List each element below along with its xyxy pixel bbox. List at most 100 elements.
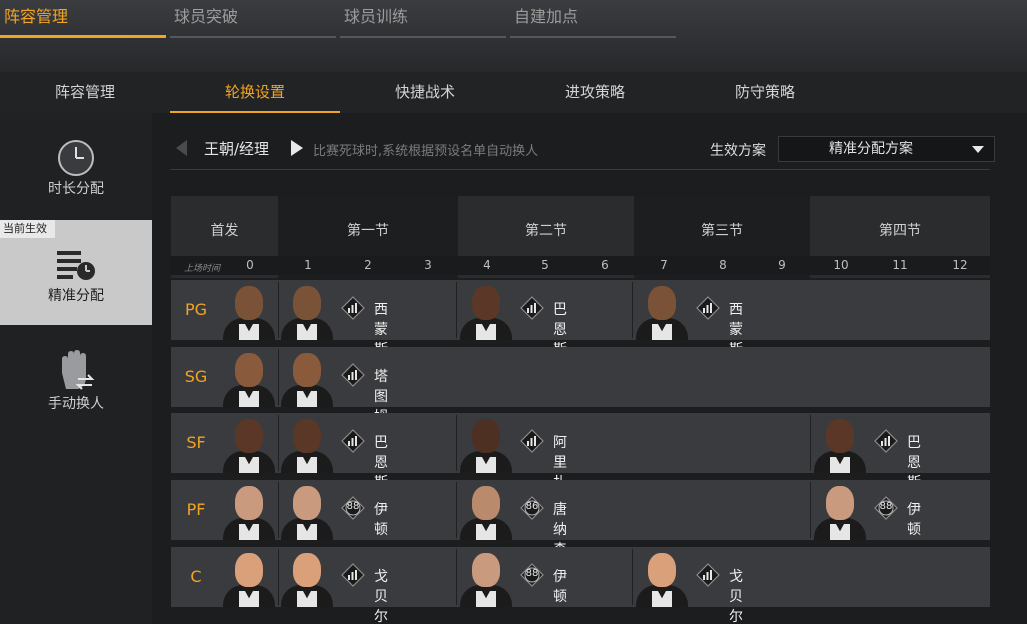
- sidebar-item-label: 手动换人: [48, 396, 104, 412]
- player-name: 戈贝尔: [374, 569, 388, 624]
- chevron-down-icon: [972, 146, 984, 153]
- sidebar-item-precise[interactable]: 当前生效 精准分配: [0, 220, 152, 325]
- sub-tab-bar: 阵容管理 轮换设置 快捷战术 进攻策略 防守策略: [0, 72, 1027, 113]
- top-tab-lineup[interactable]: 阵容管理: [0, 0, 166, 38]
- rotation-row-pf: PF88伊顿86唐纳森88伊顿: [171, 480, 990, 558]
- signal-bars-icon: [696, 563, 720, 587]
- rating-badge-icon: 88: [341, 496, 365, 520]
- hand-swap-icon: [56, 349, 96, 397]
- rotation-grid-header: 首发 第一节 第二节 第三节 第四节 上场时间 0 1 2 3 4 5 6 7 8 9 10 11 12: [171, 196, 990, 278]
- signal-bars-icon: [341, 429, 365, 453]
- rotation-row-sg: SG塔图姆: [171, 347, 990, 425]
- minute-tick: 0: [246, 258, 254, 272]
- minute-tick: 2: [364, 258, 372, 272]
- clock-icon: [56, 138, 96, 182]
- player-portrait: [221, 282, 277, 340]
- signal-bars-icon: [341, 363, 365, 387]
- position-label: C: [190, 567, 202, 586]
- sub-tab-defense[interactable]: 防守策略: [680, 72, 850, 113]
- rating-badge-icon: 88: [874, 496, 898, 520]
- top-tab-training[interactable]: 球员训练: [340, 0, 506, 38]
- player-portrait: [812, 482, 868, 540]
- minute-strip-label: 上场时间: [184, 264, 221, 274]
- signal-bars-icon: [341, 563, 365, 587]
- position-label: SF: [186, 433, 206, 452]
- previous-arrow-icon[interactable]: [176, 140, 187, 156]
- quarter-label: 第四节: [879, 223, 921, 239]
- player-portrait: [221, 415, 277, 473]
- player-portrait: [221, 549, 277, 607]
- minute-strip: [171, 256, 990, 275]
- sidebar-item-manual[interactable]: 手动换人: [0, 327, 152, 432]
- minute-tick: 8: [719, 258, 727, 272]
- sidebar-item-duration[interactable]: 时长分配: [0, 113, 152, 218]
- signal-bars-icon: [696, 296, 720, 320]
- signal-bars-icon: [520, 296, 544, 320]
- cell-divider: [456, 549, 457, 605]
- sub-tab-lineup[interactable]: 阵容管理: [0, 72, 170, 113]
- player-portrait: [221, 349, 277, 407]
- rotation-row-sf: SF巴恩斯阿里扎巴恩斯: [171, 413, 990, 491]
- top-tab-bar: 阵容管理 球员突破 球员训练 自建加点: [0, 0, 1027, 72]
- player-name: 戈贝尔: [729, 569, 743, 624]
- signal-bars-icon: [520, 429, 544, 453]
- rotation-header: 王朝/经理 比赛死球时,系统根据预设名单自动换人 生效方案 精准分配方案: [170, 128, 995, 170]
- mode-title: 王朝/经理: [204, 140, 270, 158]
- rotation-row-c: C 戈贝尔 88 伊顿 戈贝尔: [171, 547, 990, 624]
- cell-divider: [632, 282, 633, 338]
- sub-tab-rotation[interactable]: 轮换设置: [170, 72, 340, 113]
- cell-divider: [810, 482, 811, 538]
- player-portrait: [458, 549, 514, 607]
- player-name: 伊顿: [553, 569, 567, 605]
- position-label: SG: [184, 367, 208, 386]
- player-portrait: [279, 349, 335, 407]
- plan-dropdown[interactable]: 精准分配方案: [778, 136, 995, 162]
- sub-tab-quick-tactics[interactable]: 快捷战术: [340, 72, 510, 113]
- rating-badge-icon: 88: [520, 563, 544, 587]
- cell-divider: [456, 482, 457, 538]
- top-tab-breakthrough[interactable]: 球员突破: [170, 0, 336, 38]
- player-portrait: [812, 415, 868, 473]
- sub-tab-offense[interactable]: 进攻策略: [510, 72, 680, 113]
- quarter-label: 第二节: [525, 223, 567, 239]
- rating-badge-icon: 86: [520, 496, 544, 520]
- player-portrait: [279, 415, 335, 473]
- cell-divider: [456, 282, 457, 338]
- plan-label: 生效方案: [710, 143, 766, 159]
- list-clock-icon: [55, 248, 97, 286]
- cell-divider: [810, 415, 811, 471]
- minute-tick: 7: [660, 258, 668, 272]
- auto-sub-hint: 比赛死球时,系统根据预设名单自动换人: [313, 144, 539, 159]
- player-portrait: [279, 549, 335, 607]
- player-name: 伊顿: [907, 502, 921, 538]
- cell-divider: [456, 415, 457, 471]
- minute-tick: 9: [778, 258, 786, 272]
- player-name: 伊顿: [374, 502, 388, 538]
- minute-tick: 4: [483, 258, 491, 272]
- player-portrait: [634, 549, 690, 607]
- cell-divider: [632, 549, 633, 605]
- position-label: PG: [184, 300, 208, 319]
- minute-tick: 12: [952, 258, 968, 272]
- minute-tick: 3: [424, 258, 432, 272]
- quarter-label: 第三节: [701, 223, 743, 239]
- minute-tick: 6: [601, 258, 609, 272]
- top-tab-custom-points[interactable]: 自建加点: [510, 0, 676, 38]
- player-portrait: [458, 482, 514, 540]
- sidebar-item-label: 时长分配: [48, 181, 104, 197]
- player-portrait: [634, 282, 690, 340]
- position-label: PF: [186, 500, 206, 519]
- player-portrait: [458, 415, 514, 473]
- player-portrait: [279, 282, 335, 340]
- current-active-badge: 当前生效: [0, 220, 55, 238]
- rotation-mode-sidebar: 时长分配 当前生效 精准分配 手动换人: [0, 113, 152, 624]
- minute-tick: 10: [833, 258, 849, 272]
- rotation-row-pg: PG西蒙斯巴恩斯西蒙斯: [171, 280, 990, 358]
- signal-bars-icon: [874, 429, 898, 453]
- player-portrait: [279, 482, 335, 540]
- plan-selected-value: 精准分配方案: [829, 141, 913, 157]
- next-arrow-icon[interactable]: [291, 140, 303, 156]
- player-portrait: [458, 282, 514, 340]
- sidebar-item-label: 精准分配: [48, 288, 104, 304]
- minute-tick: 11: [892, 258, 908, 272]
